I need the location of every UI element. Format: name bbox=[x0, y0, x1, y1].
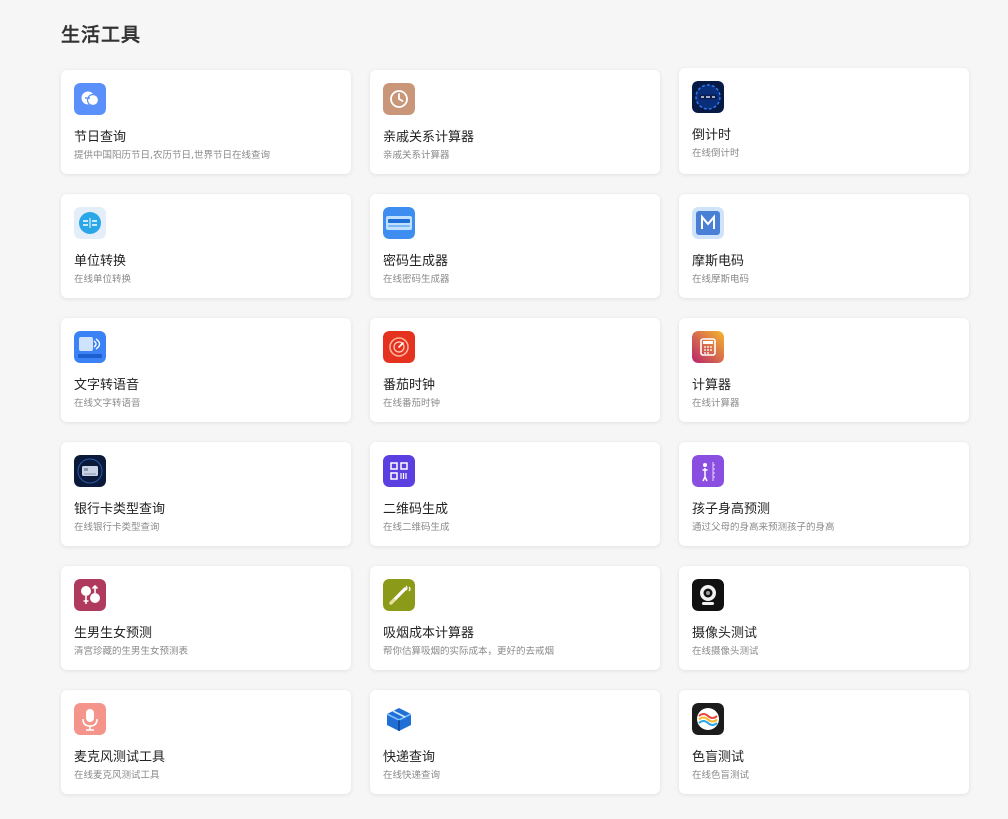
tool-card-relative-calculator[interactable]: 亲戚关系计算器 亲戚关系计算器 bbox=[370, 70, 660, 174]
tool-card-qr-code-generator[interactable]: 二维码生成 在线二维码生成 bbox=[370, 442, 660, 546]
tool-name: 吸烟成本计算器 bbox=[383, 626, 475, 641]
tool-name: 文字转语音 bbox=[74, 378, 140, 393]
tool-card-unit-convert[interactable]: 单位转换 在线单位转换 bbox=[61, 194, 351, 298]
tool-name: 孩子身高预测 bbox=[692, 502, 771, 517]
tool-card-express-query[interactable]: 快递查询 在线快递查询 bbox=[370, 690, 660, 794]
webcam-icon bbox=[692, 579, 724, 611]
color-blind-icon bbox=[692, 703, 724, 735]
tool-card-morse-code[interactable]: 摩斯电码 在线摩斯电码 bbox=[679, 194, 969, 298]
tool-name: 二维码生成 bbox=[383, 502, 449, 517]
gender-icon bbox=[74, 579, 106, 611]
unit-convert-icon bbox=[74, 207, 106, 239]
tool-name: 节日查询 bbox=[74, 130, 127, 145]
bank-card-icon bbox=[74, 455, 106, 487]
tool-card-gender-prediction[interactable]: 生男生女预测 清宫珍藏的生男生女预测表 bbox=[61, 566, 351, 670]
tool-description: 提供中国阳历节日,农历节日,世界节日在线查询 bbox=[74, 150, 271, 161]
password-generator-icon bbox=[383, 207, 415, 239]
tool-name: 亲戚关系计算器 bbox=[383, 130, 475, 145]
tool-description: 在线快递查询 bbox=[383, 770, 441, 781]
tool-description: 在线麦克风测试工具 bbox=[74, 770, 160, 781]
tool-name: 银行卡类型查询 bbox=[74, 502, 166, 517]
tool-description: 在线二维码生成 bbox=[383, 522, 450, 533]
tool-name: 计算器 bbox=[692, 378, 732, 393]
tool-card-password-generator[interactable]: 密码生成器 在线密码生成器 bbox=[370, 194, 660, 298]
tool-description: 在线摩斯电码 bbox=[692, 274, 750, 285]
tool-description: 在线密码生成器 bbox=[383, 274, 450, 285]
clock-icon bbox=[383, 83, 415, 115]
tool-card-calculator[interactable]: 计算器 在线计算器 bbox=[679, 318, 969, 422]
tool-description: 帮你估算吸烟的实际成本，更好的去戒烟 bbox=[383, 646, 555, 657]
tool-name: 密码生成器 bbox=[383, 254, 449, 269]
tool-description: 在线银行卡类型查询 bbox=[74, 522, 160, 533]
tool-description: 通过父母的身高来预测孩子的身高 bbox=[692, 522, 835, 533]
tomato-clock-icon bbox=[383, 331, 415, 363]
tool-card-tomato-clock[interactable]: 番茄时钟 在线番茄时钟 bbox=[370, 318, 660, 422]
tool-description: 在线色盲测试 bbox=[692, 770, 750, 781]
tool-name: 番茄时钟 bbox=[383, 378, 436, 393]
qr-code-icon bbox=[383, 455, 415, 487]
tool-card-webcam-test[interactable]: 摄像头测试 在线摄像头测试 bbox=[679, 566, 969, 670]
tool-card-child-height-prediction[interactable]: 孩子身高预测 通过父母的身高来预测孩子的身高 bbox=[679, 442, 969, 546]
morse-code-icon bbox=[692, 207, 724, 239]
tool-name: 麦克风测试工具 bbox=[74, 750, 166, 765]
tool-description: 清宫珍藏的生男生女预测表 bbox=[74, 646, 189, 657]
tools-grid: 节日查询 提供中国阳历节日,农历节日,世界节日在线查询 亲戚关系计算器 亲戚关系… bbox=[61, 68, 969, 794]
calculator-icon bbox=[692, 331, 724, 363]
tool-name: 单位转换 bbox=[74, 254, 127, 269]
tool-name: 摄像头测试 bbox=[692, 626, 758, 641]
tool-card-text-to-speech[interactable]: 文字转语音 在线文字转语音 bbox=[61, 318, 351, 422]
smoking-icon bbox=[383, 579, 415, 611]
tools-page: 生活工具 节日查询 提供中国阳历节日,农历节日,世界节日在线查询 亲戚关系计算器… bbox=[0, 0, 1008, 819]
tool-description: 在线计算器 bbox=[692, 398, 740, 409]
tool-card-festival-query[interactable]: 节日查询 提供中国阳历节日,农历节日,世界节日在线查询 bbox=[61, 70, 351, 174]
tool-card-bank-card-query[interactable]: 银行卡类型查询 在线银行卡类型查询 bbox=[61, 442, 351, 546]
package-icon bbox=[383, 703, 415, 735]
tool-description: 在线单位转换 bbox=[74, 274, 132, 285]
section-title: 生活工具 bbox=[61, 24, 142, 46]
tool-name: 色盲测试 bbox=[692, 750, 745, 765]
tool-description: 在线摄像头测试 bbox=[692, 646, 759, 657]
tool-description: 在线番茄时钟 bbox=[383, 398, 441, 409]
tool-name: 生男生女预测 bbox=[74, 626, 153, 641]
height-ruler-icon bbox=[692, 455, 724, 487]
tool-description: 在线文字转语音 bbox=[74, 398, 141, 409]
tool-card-countdown[interactable]: 倒计时 在线倒计时 bbox=[679, 68, 969, 174]
countdown-icon bbox=[692, 81, 724, 113]
tool-card-microphone-test[interactable]: 麦克风测试工具 在线麦克风测试工具 bbox=[61, 690, 351, 794]
tool-name: 倒计时 bbox=[692, 128, 732, 143]
tool-card-smoking-cost-calculator[interactable]: 吸烟成本计算器 帮你估算吸烟的实际成本，更好的去戒烟 bbox=[370, 566, 660, 670]
tool-description: 亲戚关系计算器 bbox=[383, 150, 450, 161]
tool-card-color-blind-test[interactable]: 色盲测试 在线色盲测试 bbox=[679, 690, 969, 794]
tool-name: 快递查询 bbox=[383, 750, 436, 765]
text-to-speech-icon bbox=[74, 331, 106, 363]
microphone-icon bbox=[74, 703, 106, 735]
tool-description: 在线倒计时 bbox=[692, 148, 740, 159]
tool-name: 摩斯电码 bbox=[692, 254, 745, 269]
chat-bubble-icon bbox=[74, 83, 106, 115]
